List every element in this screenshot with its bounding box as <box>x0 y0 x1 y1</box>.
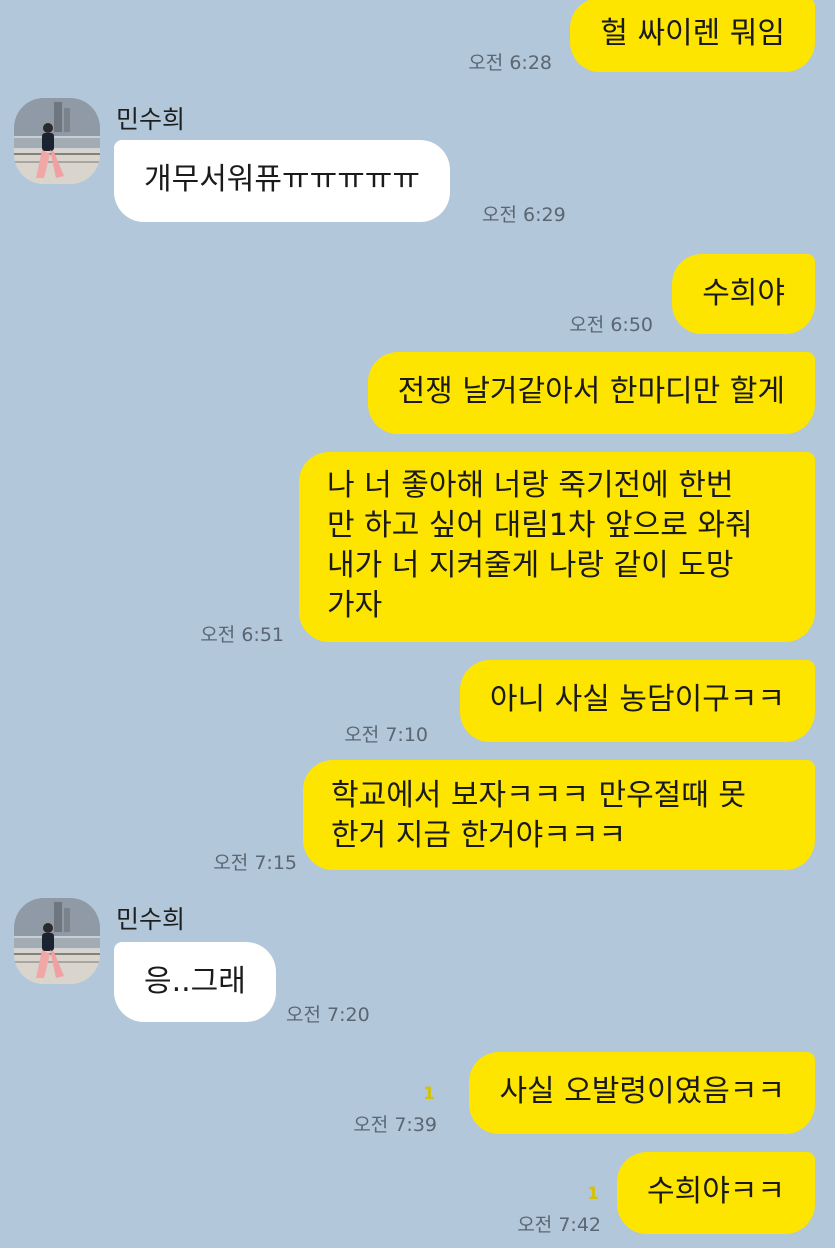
my-message-bubble[interactable]: 수희야ㅋㅋ <box>617 1152 815 1234</box>
message-text: 응..그래 <box>144 964 246 999</box>
message-line: 나 너 좋아해 너랑 죽기전에 한번 <box>327 468 734 503</box>
message-time: 오전 6:29 <box>482 204 566 226</box>
message-line: 내가 너 지켜줄게 나랑 같이 도망 <box>327 548 734 583</box>
chat-room[interactable]: 헐 싸이렌 뭐임 오전 6:28 민수희 개무서워퓨ㅠㅠㅠㅠㅠ 오전 6:29 … <box>0 0 835 1248</box>
my-message-bubble[interactable]: 헐 싸이렌 뭐임 <box>570 0 815 72</box>
contact-avatar[interactable] <box>14 898 100 984</box>
my-message-bubble[interactable]: 나 너 좋아해 너랑 죽기전에 한번 만 하고 싶어 대림1차 앞으로 와줘 내… <box>299 452 815 642</box>
my-message-bubble[interactable]: 아니 사실 농담이구ㅋㅋ <box>459 660 815 742</box>
message-time: 오전 7:42 <box>517 1214 601 1236</box>
my-message-bubble[interactable]: 학교에서 보자ㅋㅋㅋ 만우절때 못 한거 지금 한거야ㅋㅋㅋ <box>303 760 815 870</box>
message-line: 만 하고 싶어 대림1차 앞으로 와줘 <box>327 508 753 543</box>
my-message-bubble[interactable]: 전쟁 날거같아서 한마디만 할게 <box>367 352 815 434</box>
my-message-bubble[interactable]: 사실 오발령이였음ㅋㅋ <box>469 1052 815 1134</box>
message-time: 오전 6:28 <box>468 52 552 74</box>
message-time: 오전 7:15 <box>213 852 297 874</box>
unread-count-badge: 1 <box>423 1084 435 1104</box>
message-text: 사실 오발령이였음ㅋㅋ <box>499 1074 785 1109</box>
message-time: 오전 7:39 <box>353 1114 437 1136</box>
message-text: 수희야ㅋㅋ <box>647 1174 785 1209</box>
message-time: 오전 6:50 <box>569 314 653 336</box>
my-message-bubble[interactable]: 수희야 <box>672 254 815 334</box>
their-message-bubble[interactable]: 개무서워퓨ㅠㅠㅠㅠㅠ <box>114 140 450 222</box>
message-time: 오전 6:51 <box>200 624 284 646</box>
their-message-bubble[interactable]: 응..그래 <box>114 942 276 1022</box>
message-time: 오전 7:20 <box>286 1004 370 1026</box>
message-text: 수희야 <box>702 276 785 311</box>
message-line: 학교에서 보자ㅋㅋㅋ 만우절때 못 <box>331 778 747 813</box>
message-line: 가자 <box>327 588 383 623</box>
message-text: 전쟁 날거같아서 한마디만 할게 <box>397 374 785 409</box>
unread-count-badge: 1 <box>587 1184 599 1204</box>
message-text: 개무서워퓨ㅠㅠㅠㅠㅠ <box>144 162 420 197</box>
profile-photo-icon <box>14 898 100 984</box>
message-line: 한거 지금 한거야ㅋㅋㅋ <box>331 818 627 853</box>
message-text: 아니 사실 농담이구ㅋㅋ <box>489 682 785 717</box>
message-time: 오전 7:10 <box>344 724 428 746</box>
contact-avatar[interactable] <box>14 98 100 184</box>
message-text: 헐 싸이렌 뭐임 <box>600 16 785 51</box>
profile-photo-icon <box>14 98 100 184</box>
contact-name: 민수희 <box>116 105 186 134</box>
contact-name: 민수희 <box>116 905 186 934</box>
